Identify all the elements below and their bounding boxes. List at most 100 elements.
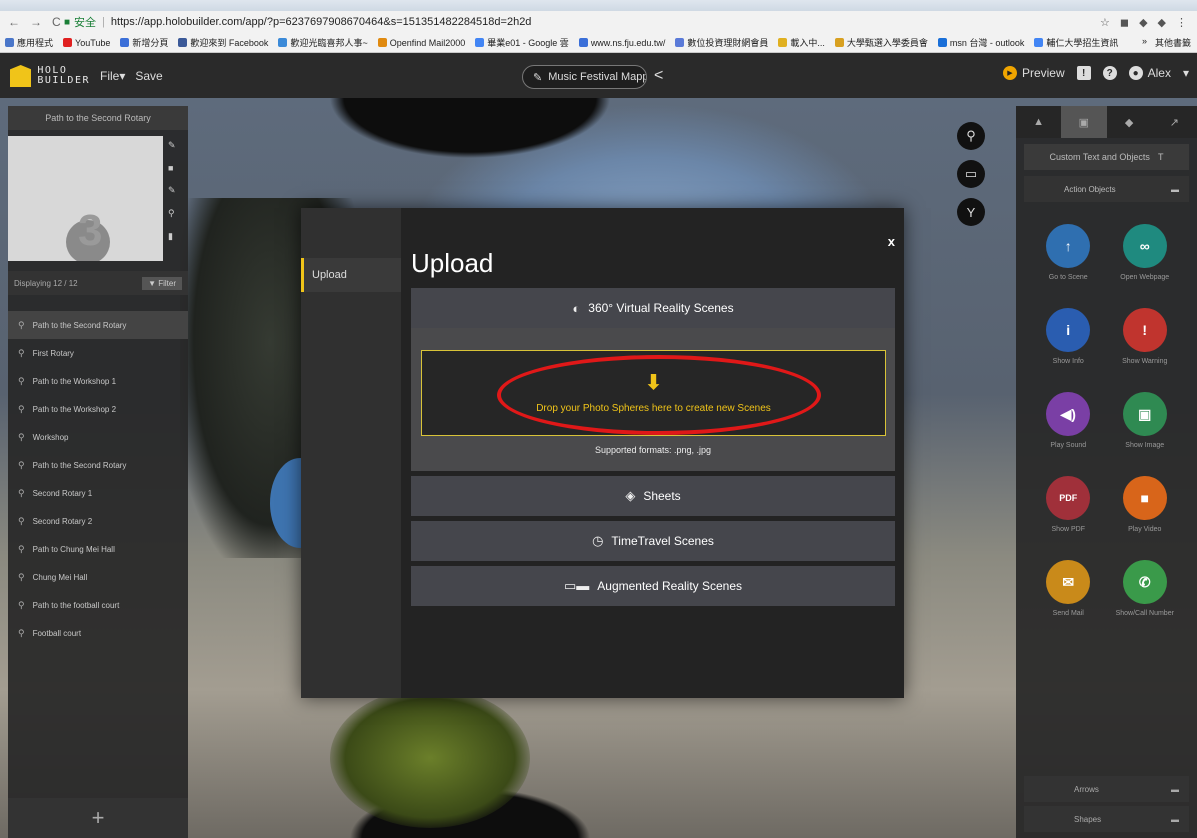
bookmark-item[interactable]: 新增分頁 [115, 36, 173, 49]
scene-thumbnail[interactable]: 3 [8, 136, 163, 261]
scene-list-item[interactable]: ⚲ First Rotary [8, 339, 188, 367]
photo-sphere-dropzone[interactable]: ⬇ Drop your Photo Spheres here to create… [421, 350, 886, 436]
search-icon[interactable]: ⚲ [957, 122, 985, 150]
bookmark-favicon-icon [5, 38, 14, 47]
help-icon[interactable]: ? [1102, 66, 1117, 80]
user-icon: ● [1128, 66, 1143, 80]
extension-icon[interactable]: ◆ [1139, 16, 1147, 29]
screen-icon[interactable]: ▭ [957, 160, 985, 188]
action-object[interactable]: ↑ Go to Scene [1030, 224, 1107, 292]
action-object[interactable]: ∞ Open Webpage [1107, 224, 1184, 292]
text-icon[interactable]: T [1158, 152, 1164, 162]
objects-tab[interactable]: ↗ [1152, 106, 1197, 138]
action-objects-header[interactable]: Action Objects ▬ [1024, 176, 1189, 202]
trash-icon[interactable]: ▮ [168, 231, 176, 242]
preview-button[interactable]: ▶ Preview [1002, 66, 1065, 80]
bookmark-item[interactable]: www.ns.fju.edu.tw/ [574, 38, 671, 48]
forward-icon[interactable]: → [30, 15, 42, 29]
pin-icon: ⚲ [18, 571, 25, 582]
arrows-section[interactable]: Arrows ▬ [1024, 776, 1189, 802]
bookmark-item[interactable]: 數位投資理財網會員 [670, 36, 773, 49]
header-actions: ▶ Preview ! ? ● Alex ▾ [1002, 66, 1189, 80]
bookmark-item[interactable]: 應用程式 [0, 36, 58, 49]
upload-tab[interactable]: Upload [301, 258, 401, 292]
action-object-icon: ◀) [1046, 392, 1091, 436]
scene-list-item[interactable]: ⚲ Path to the Second Rotary [8, 451, 188, 479]
bookmark-item[interactable]: 大學甄選入學委員會 [830, 36, 933, 49]
chevron-down-icon[interactable]: ▾ [1183, 66, 1189, 80]
scene-list-item[interactable]: ⚲ Chung Mei Hall [8, 563, 188, 591]
pin-icon: ⚲ [18, 319, 25, 330]
bookmark-item[interactable]: 畢業e01 - Google 雲 [470, 36, 574, 49]
action-objects-grid: ↑ Go to Scene ∞ Open Webpage i Show Info! Show… [1016, 202, 1197, 628]
scene-list-item[interactable]: ⚲ Path to the football court [8, 591, 188, 619]
action-object[interactable]: ▣ Show Image [1107, 392, 1184, 460]
link-icon[interactable]: ⚲ [168, 208, 176, 219]
action-object-label: Play Video [1128, 526, 1162, 533]
scene-list-item[interactable]: ⚲ Second Rotary 2 [8, 507, 188, 535]
screen: ← → C ■ 安全 | https://app.holobuilder.com… [0, 0, 1197, 838]
extension-icon[interactable]: ◼ [1120, 16, 1129, 29]
bookmark-favicon-icon [120, 38, 130, 47]
bookmark-favicon-icon [178, 38, 188, 47]
compass-icon[interactable]: Y [957, 198, 985, 226]
share-icon[interactable]: < [654, 67, 663, 85]
action-object[interactable]: PDF Show PDF [1030, 476, 1107, 544]
save-button[interactable]: Save [135, 69, 162, 83]
pin-icon: ⚲ [18, 431, 25, 442]
sheets-section[interactable]: ◈ Sheets [411, 476, 895, 516]
objects-tab[interactable]: ▲ [1016, 106, 1061, 138]
action-object[interactable]: i Show Info [1030, 308, 1107, 376]
scene-list-item[interactable]: ⚲ Path to Chung Mei Hall [8, 535, 188, 563]
action-object[interactable]: ◀) Play Sound [1030, 392, 1107, 460]
vr-scenes-section[interactable]: ◐ 360° Virtual Reality Scenes [411, 288, 895, 328]
bookmark-item[interactable]: YouTube [58, 38, 115, 48]
scene-list-item[interactable]: ⚲ Path to the Second Rotary [8, 311, 188, 339]
objects-tab[interactable]: ◆ [1107, 106, 1152, 138]
bookmark-item[interactable]: 輔仁大學招生資訊 [1029, 36, 1123, 49]
timetravel-section[interactable]: ◷ TimeTravel Scenes [411, 521, 895, 561]
bookmark-item[interactable]: 載入中... [773, 36, 830, 49]
scene-list-item[interactable]: ⚲ Football court [8, 619, 188, 647]
scene-list-item[interactable]: ⚲ Path to the Workshop 2 [8, 395, 188, 423]
feedback-icon[interactable]: ! [1076, 66, 1091, 80]
bookmark-item[interactable]: Openfind Mail2000 [373, 38, 471, 48]
menu-dots-icon[interactable]: ⋮ [1176, 16, 1187, 29]
user-menu[interactable]: ● Alex [1128, 66, 1171, 80]
pencil-icon[interactable]: ✎ [168, 185, 176, 196]
star-icon[interactable]: ☆ [1100, 16, 1110, 29]
scene-list-item[interactable]: ⚲ Workshop [8, 423, 188, 451]
action-object-icon: ✉ [1046, 560, 1091, 604]
browser-nav: ← → C [0, 15, 64, 29]
url-text[interactable]: https://app.holobuilder.com/app/?p=62376… [111, 16, 532, 28]
back-icon[interactable]: ← [8, 15, 20, 29]
bookmark-favicon-icon [834, 38, 844, 47]
extension-icon[interactable]: ◆ [1158, 16, 1166, 29]
bookmark-favicon-icon [278, 38, 288, 47]
other-bookmarks[interactable]: » 其他書籤 [1142, 36, 1197, 49]
action-object[interactable]: ■ Play Video [1107, 476, 1184, 544]
bookmark-item[interactable]: 歡迎來到 Facebook [173, 36, 273, 49]
shapes-section[interactable]: Shapes ▬ [1024, 806, 1189, 832]
reload-icon[interactable]: C [52, 15, 61, 29]
file-menu[interactable]: File▾ [100, 69, 125, 83]
action-object[interactable]: ✉ Send Mail [1030, 560, 1107, 628]
pencil-icon[interactable]: ✎ [168, 140, 176, 151]
filter-button[interactable]: ▼ Filter [142, 276, 182, 290]
add-scene-button[interactable]: + [8, 798, 188, 838]
close-icon[interactable]: x [888, 234, 895, 249]
viewport-tools: ⚲ ▭ Y [957, 122, 985, 226]
scene-list-item[interactable]: ⚲ Path to the Workshop 1 [8, 367, 188, 395]
bookmark-item[interactable]: msn 台灣 - outlook [933, 36, 1030, 49]
action-object[interactable]: ! Show Warning [1107, 308, 1184, 376]
scene-list-item[interactable]: ⚲ Second Rotary 1 [8, 479, 188, 507]
objects-tab[interactable]: ▣ [1061, 106, 1107, 138]
vr-goggles-icon: ▭▬ [563, 578, 590, 593]
project-name-field[interactable]: ✎ Music Festival Mappi... [522, 65, 647, 89]
camera-icon[interactable]: ■ [168, 163, 176, 173]
address-bar[interactable]: ■ 安全 | https://app.holobuilder.com/app/?… [64, 14, 531, 30]
bookmark-item[interactable]: 歡迎光臨喜邦人事~ [273, 36, 372, 49]
action-object[interactable]: ✆ Show/Call Number [1107, 560, 1184, 628]
ar-scenes-section[interactable]: ▭▬ Augmented Reality Scenes [411, 566, 895, 606]
pin-icon: ⚲ [18, 543, 25, 554]
